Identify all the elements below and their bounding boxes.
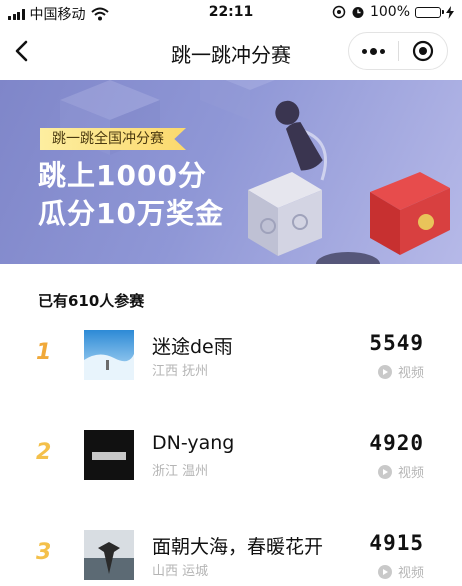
player-name: 面朝大海，春暖花开	[152, 536, 324, 558]
avatar[interactable]	[84, 430, 134, 480]
avatar[interactable]	[84, 530, 134, 580]
target-icon	[412, 40, 434, 62]
banner-subheadline: 瓜分10万奖金	[38, 197, 224, 230]
player-location: 江西 抚州	[152, 364, 209, 379]
player-score: 4920	[369, 431, 424, 455]
battery-icon	[415, 6, 444, 18]
banner-headline: 跳上1000分	[38, 159, 207, 192]
video-label: 视频	[397, 566, 424, 581]
promo-banner[interactable]: 跳一跳全国冲分赛 跳上1000分 瓜分10万奖金	[0, 80, 462, 264]
player-name: 迷途de雨	[152, 336, 233, 358]
video-label: 视频	[397, 466, 424, 481]
nav-bar: 跳一跳冲分赛	[0, 26, 462, 78]
video-button[interactable]: 视频	[377, 362, 424, 381]
close-mini-program-button[interactable]	[399, 33, 447, 69]
participant-count: 已有610人参赛	[38, 292, 145, 310]
status-right: 100%	[332, 4, 454, 20]
mini-program-capsule	[348, 32, 448, 70]
player-score: 4915	[369, 531, 424, 555]
avatar[interactable]	[84, 330, 134, 380]
status-bar: 中国移动 22:11 100%	[0, 0, 462, 26]
play-icon	[377, 364, 392, 379]
location-icon	[332, 5, 346, 19]
play-icon	[377, 464, 392, 479]
player-score: 5549	[369, 331, 424, 355]
video-button[interactable]: 视频	[377, 462, 424, 481]
rank-number: 2	[36, 440, 52, 465]
ranking-row[interactable]: 3 面朝大海，春暖花开 山西 运城 4915 视频	[0, 524, 462, 586]
alarm-icon	[352, 7, 364, 18]
rank-number: 3	[36, 540, 52, 565]
battery-percent: 100%	[369, 4, 410, 20]
rank-number: 1	[36, 340, 52, 365]
more-button[interactable]	[349, 33, 398, 69]
ranking-row[interactable]: 2 DN-yang 浙江 温州 4920 视频	[0, 424, 462, 486]
charging-icon	[446, 5, 454, 19]
player-location: 山西 运城	[152, 564, 209, 579]
game-piece	[275, 100, 323, 171]
player-location: 浙江 温州	[152, 464, 209, 479]
banner-tag: 跳一跳全国冲分赛	[40, 128, 186, 150]
play-icon	[377, 564, 392, 579]
player-name: DN-yang	[152, 432, 235, 454]
ranking-row[interactable]: 1 迷途de雨 江西 抚州 5549 视频	[0, 324, 462, 386]
video-label: 视频	[397, 366, 424, 381]
video-button[interactable]: 视频	[377, 562, 424, 581]
